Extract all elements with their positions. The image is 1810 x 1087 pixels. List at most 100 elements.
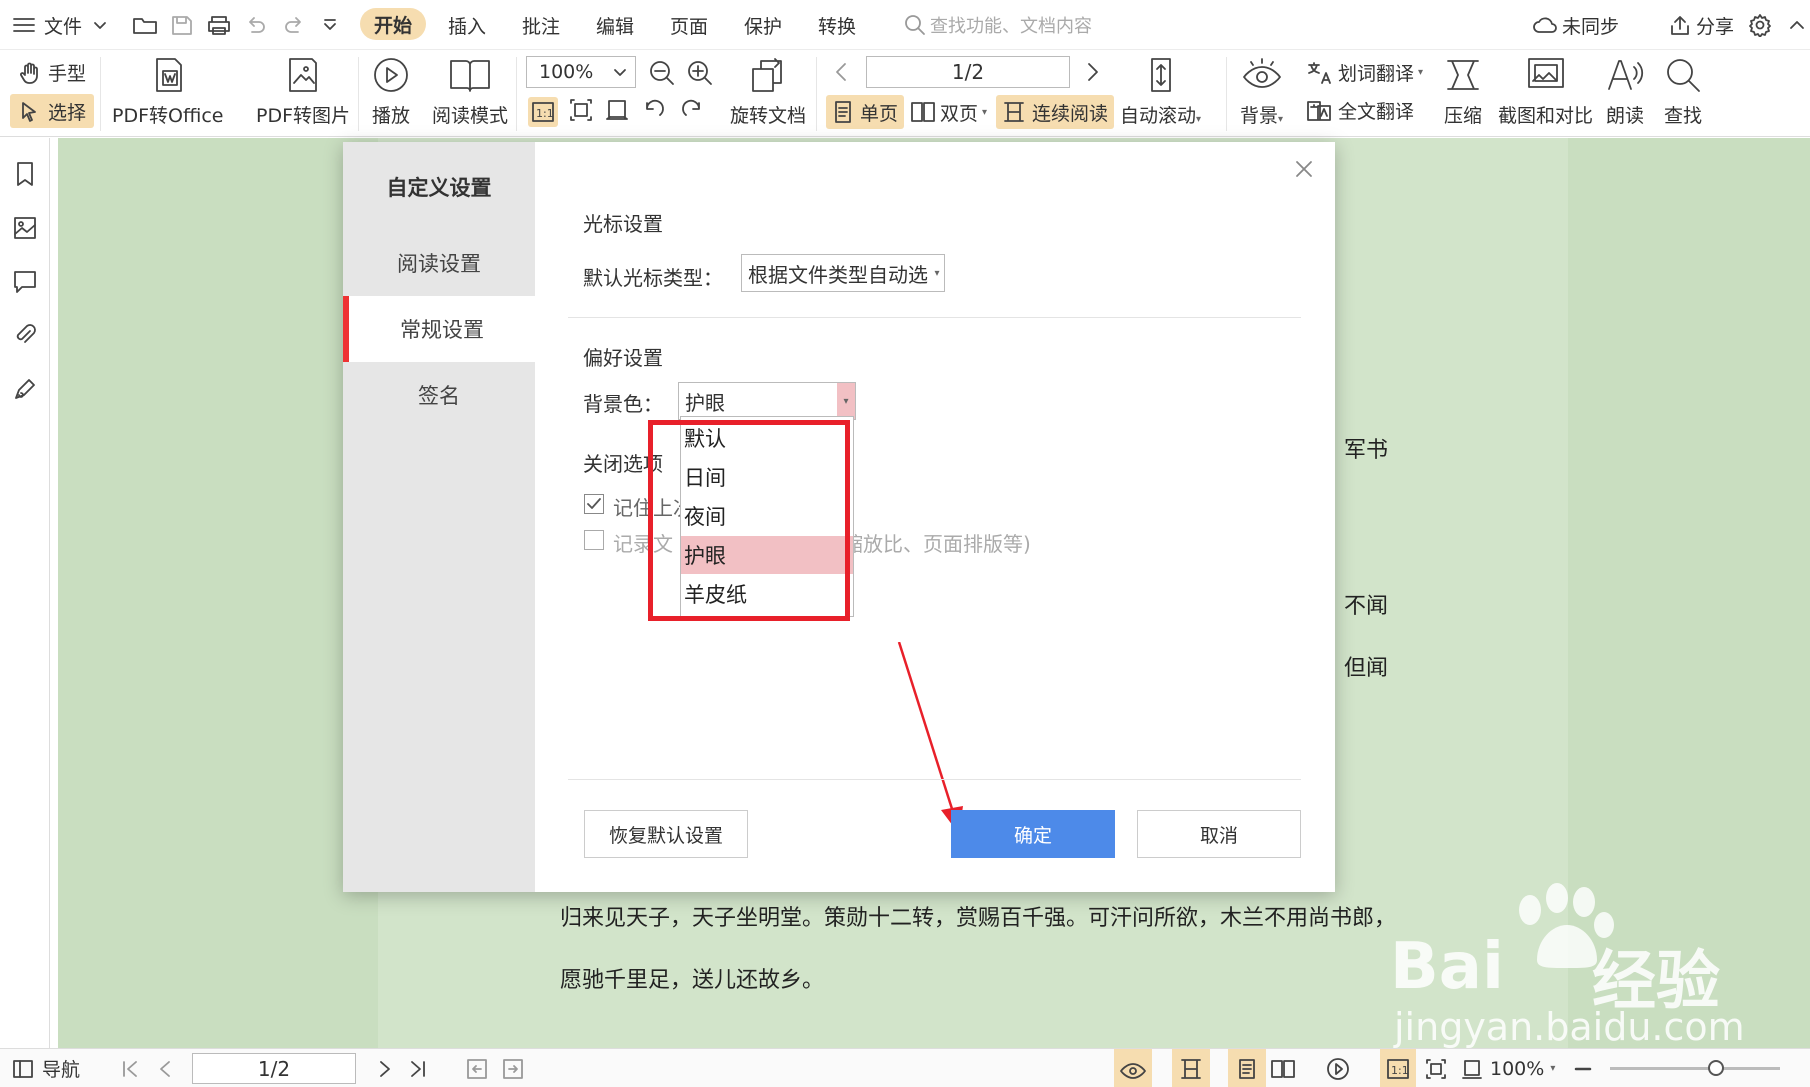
read-mode-button[interactable]: 阅读模式 (432, 55, 508, 128)
remember-checkbox[interactable] (584, 494, 604, 514)
sync-label: 未同步 (1562, 15, 1620, 38)
tab-edit[interactable]: 编辑 (596, 0, 634, 50)
rotate-document-label: 旋转文档 (730, 105, 807, 127)
reset-defaults-button[interactable]: 恢复默认设置 (584, 810, 748, 858)
undo-button[interactable] (244, 0, 268, 50)
close-button[interactable] (1293, 158, 1315, 180)
left-sidebar (0, 138, 50, 1048)
comment-panel-button[interactable] (12, 268, 38, 296)
thumbnail-panel-button[interactable] (12, 214, 38, 242)
tab-insert[interactable]: 插入 (448, 0, 486, 50)
settings-button[interactable] (1748, 0, 1772, 50)
fit-width-button[interactable] (604, 97, 630, 123)
compress-button[interactable]: 压缩 (1442, 55, 1484, 128)
first-page-button[interactable] (120, 1049, 140, 1087)
continuous-read-button[interactable]: 连续阅读 (996, 95, 1115, 129)
file-menu-label: 文件 (44, 15, 83, 38)
pen-sign-icon (15, 379, 35, 399)
background-color-select[interactable]: 护眼 ▾ (678, 382, 856, 420)
hand-label: 手型 (48, 63, 87, 85)
play-icon (1327, 1057, 1349, 1080)
read-aloud-button[interactable]: 朗读 (1604, 55, 1646, 128)
save-button[interactable] (170, 0, 194, 50)
double-page-button[interactable]: 双页 ▾ (910, 95, 987, 129)
record-checkbox[interactable] (584, 530, 604, 550)
navigation-toggle[interactable]: 导航 (12, 1049, 80, 1087)
quick-access-more[interactable] (322, 0, 338, 50)
tab-convert[interactable]: 转换 (818, 0, 856, 50)
zoom-slider[interactable] (1610, 1049, 1780, 1087)
eye-care-mode-button[interactable] (1114, 1049, 1152, 1087)
play-button[interactable]: 播放 (370, 55, 412, 128)
sidebar-panel-icon (13, 1059, 33, 1078)
full-translate-button[interactable]: 全文翻译 (1306, 97, 1414, 124)
pdf-to-image-button[interactable]: PDF转图片 (256, 55, 350, 128)
cursor-type-select[interactable]: 根据文件类型自动选 ▾ (741, 254, 945, 292)
status-zoom-select[interactable]: 100% ▾ (1460, 1049, 1555, 1087)
rotate-document-button[interactable]: 旋转文档 (730, 55, 806, 128)
back-button[interactable] (466, 1049, 488, 1087)
last-page-button[interactable] (408, 1049, 428, 1087)
status-play-button[interactable] (1326, 1049, 1350, 1087)
separator (358, 57, 359, 131)
nav-reading-settings[interactable]: 阅读设置 (343, 230, 535, 296)
pdf-to-office-button[interactable]: PDF转Office (112, 55, 223, 128)
zoom-in-button[interactable] (686, 59, 714, 87)
collapse-ribbon-button[interactable] (1788, 0, 1806, 50)
cancel-button[interactable]: 取消 (1137, 810, 1301, 858)
background-button[interactable]: 背景▾ (1240, 55, 1283, 128)
single-page-button[interactable]: 单页 (826, 95, 905, 129)
print-button[interactable] (206, 0, 232, 50)
find-button[interactable]: 查找 (1662, 55, 1704, 128)
open-button[interactable] (132, 0, 158, 50)
zoom-slider-thumb[interactable] (1708, 1060, 1724, 1076)
redo-button[interactable] (282, 0, 306, 50)
hand-icon (20, 62, 38, 84)
screenshot-compare-button[interactable]: 截图和对比 (1498, 55, 1593, 128)
ok-button[interactable]: 确定 (951, 810, 1115, 858)
word-translate-button[interactable]: 划词翻译 ▾ (1306, 59, 1423, 86)
nav-general-settings[interactable]: 常规设置 (343, 296, 535, 362)
bookmark-panel-button[interactable] (12, 160, 38, 188)
auto-scroll-button[interactable]: 自动滚动▾ (1120, 55, 1201, 128)
tab-page[interactable]: 页面 (670, 0, 708, 50)
nav-signature[interactable]: 签名 (343, 362, 535, 428)
tab-start[interactable]: 开始 (360, 8, 426, 40)
attachment-panel-button[interactable] (12, 322, 38, 350)
auto-scroll-label: 自动滚动▾ (1120, 101, 1201, 128)
status-prev-page-button[interactable] (156, 1049, 174, 1087)
page-number-input[interactable]: 1/2 (866, 56, 1070, 88)
zoom-out-button[interactable] (648, 59, 676, 87)
select-tool[interactable]: 选择 (10, 94, 95, 128)
rotate-left-button[interactable] (642, 97, 668, 123)
status-next-page-button[interactable] (376, 1049, 394, 1087)
next-page-button[interactable] (1084, 61, 1102, 83)
prev-page-button[interactable] (832, 61, 850, 83)
status-actual-size-button[interactable]: 1:1 (1380, 1049, 1416, 1087)
signature-panel-button[interactable] (12, 376, 38, 404)
tab-protect[interactable]: 保护 (744, 0, 782, 50)
status-double-page-button[interactable] (1270, 1049, 1296, 1087)
search-icon (1667, 59, 1700, 92)
zoom-select[interactable]: 100% (526, 56, 636, 88)
file-menu[interactable]: 文件 (12, 0, 108, 50)
status-fit-page-button[interactable] (1424, 1049, 1448, 1087)
fit-page-button[interactable] (568, 97, 594, 123)
single-page-label: 单页 (860, 102, 899, 125)
status-page-input[interactable]: 1/2 (192, 1053, 356, 1084)
rotate-right-button[interactable] (678, 97, 704, 123)
forward-button[interactable] (502, 1049, 524, 1087)
actual-size-button[interactable]: 1:1 (528, 97, 558, 127)
hand-tool[interactable]: 手型 (18, 59, 86, 86)
search-box[interactable]: 查找功能、文档内容 (904, 0, 1092, 50)
share-button[interactable]: 分享 (1668, 0, 1734, 50)
double-page-label: 双页 (940, 102, 979, 125)
sync-button[interactable]: 未同步 (1532, 0, 1619, 50)
tab-annotate[interactable]: 批注 (522, 0, 560, 50)
screenshot-icon (1527, 58, 1564, 88)
record-label-suffix: 缩放比、页面排版等) (843, 532, 1031, 556)
status-zoom-out-button[interactable] (1574, 1049, 1592, 1087)
status-continuous-button[interactable] (1172, 1049, 1210, 1087)
status-single-page-button[interactable] (1228, 1049, 1266, 1087)
tab-insert-label: 插入 (448, 15, 487, 38)
